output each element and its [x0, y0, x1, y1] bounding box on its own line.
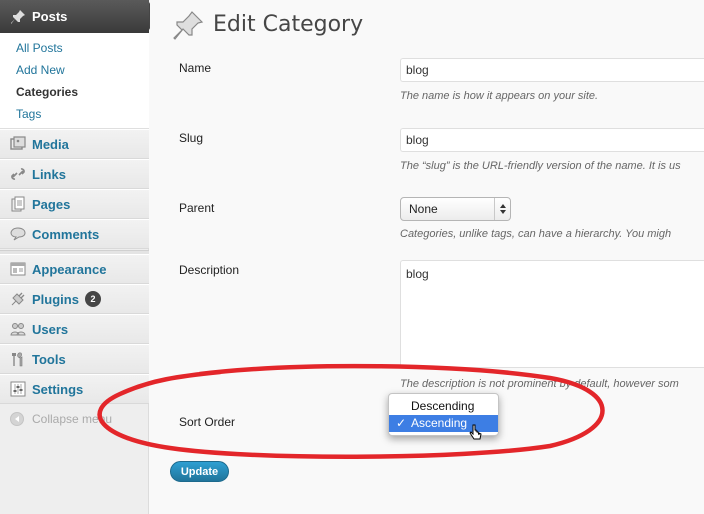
parent-select-value: None	[409, 202, 438, 216]
update-button[interactable]: Update	[170, 461, 229, 482]
admin-sidebar: Posts All Posts Add New Categories Tags …	[0, 0, 157, 514]
name-input[interactable]: blog	[400, 58, 704, 82]
sort-order-dropdown[interactable]: Descending ✓ Ascending	[388, 393, 499, 436]
users-icon	[10, 321, 26, 337]
submenu-add-new[interactable]: Add New	[0, 59, 149, 81]
menu-users-label: Users	[32, 321, 69, 337]
parent-select[interactable]: None	[400, 197, 511, 221]
submenu-categories[interactable]: Categories	[0, 81, 149, 103]
pushpin-icon	[172, 10, 204, 42]
sort-order-label: Sort Order	[179, 415, 236, 429]
collapse-menu-label: Collapse menu	[32, 412, 113, 426]
menu-tools-label: Tools	[32, 351, 66, 367]
description-label: Description	[179, 263, 240, 277]
tools-icon	[10, 351, 26, 367]
mouse-cursor-icon	[469, 424, 482, 440]
menu-users[interactable]: Users	[0, 314, 149, 344]
collapse-arrow-icon	[10, 412, 24, 426]
menu-plugins-label: Plugins	[32, 291, 79, 307]
slug-input[interactable]: blog	[400, 128, 704, 152]
appearance-icon	[10, 261, 26, 277]
plugins-update-badge: 2	[84, 291, 101, 307]
links-icon	[10, 166, 26, 182]
menu-pages-label: Pages	[32, 196, 71, 212]
parent-label: Parent	[179, 201, 215, 215]
comments-icon	[10, 226, 26, 242]
collapse-menu-button[interactable]: Collapse menu	[10, 412, 112, 426]
checkmark-icon: ✓	[396, 416, 407, 430]
menu-appearance-label: Appearance	[32, 261, 107, 277]
description-help: The description is not prominent by defa…	[400, 378, 679, 390]
page-title: Edit Category	[213, 12, 364, 37]
pushpin-icon	[10, 9, 26, 25]
menu-comments[interactable]: Comments	[0, 219, 149, 249]
description-textarea[interactable]: blog	[400, 260, 704, 368]
submenu-tags[interactable]: Tags	[0, 103, 149, 125]
menu-links[interactable]: Links	[0, 159, 149, 189]
parent-help: Categories, unlike tags, can have a hier…	[400, 228, 672, 240]
menu-settings-label: Settings	[32, 381, 84, 397]
name-help: The name is how it appears on your site.	[400, 90, 599, 102]
menu-media-label: Media	[32, 136, 69, 152]
submenu-all-posts[interactable]: All Posts	[0, 37, 149, 59]
menu-pages[interactable]: Pages	[0, 189, 149, 219]
sort-option-descending[interactable]: Descending	[389, 398, 498, 415]
menu-plugins[interactable]: Plugins 2	[0, 284, 149, 314]
posts-submenu: All Posts Add New Categories Tags	[0, 33, 149, 129]
slug-label: Slug	[179, 131, 204, 145]
menu-comments-label: Comments	[32, 226, 100, 242]
menu-tools[interactable]: Tools	[0, 344, 149, 374]
plugins-icon	[10, 291, 26, 307]
media-icon	[10, 136, 26, 152]
menu-links-label: Links	[32, 166, 66, 182]
select-arrows-icon	[494, 198, 510, 220]
name-label: Name	[179, 61, 212, 75]
menu-appearance[interactable]: Appearance	[0, 254, 149, 284]
menu-settings[interactable]: Settings	[0, 374, 149, 404]
menu-media[interactable]: Media	[0, 129, 149, 159]
pages-icon	[10, 196, 26, 212]
menu-posts[interactable]: Posts	[0, 0, 149, 33]
slug-help: The “slug” is the URL-friendly version o…	[400, 160, 681, 172]
settings-icon	[10, 381, 26, 397]
main-content: Edit Category Name blog The name is how …	[150, 0, 704, 514]
menu-posts-label: Posts	[32, 9, 68, 24]
